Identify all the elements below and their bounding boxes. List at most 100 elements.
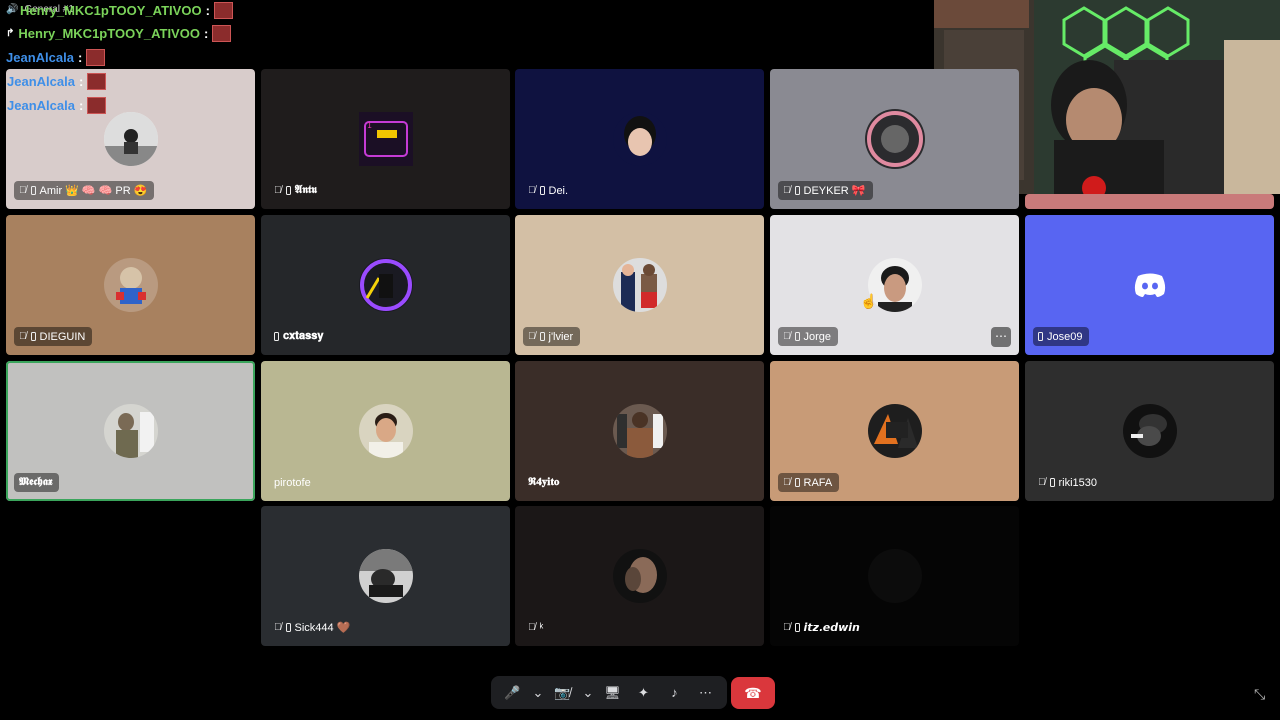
- avatar: [103, 112, 158, 166]
- microphone-icon[interactable]: 🎤: [502, 685, 524, 701]
- muted-mic-icon: 🎙̸: [783, 330, 791, 342]
- participant-tile[interactable]: 𝐜𝐱𝐭𝐚𝐬𝐬𝐲: [261, 215, 510, 355]
- mobile-icon: [1049, 478, 1055, 487]
- participant-tile-speaking[interactable]: 𝕸𝖊𝖈𝖍𝖆𝖝: [6, 361, 255, 501]
- muted-mic-icon: 🎙̸: [783, 476, 791, 488]
- participant-tile[interactable]: 🎙̸ DIEGUIN: [6, 215, 255, 355]
- participant-name-tag: 🎙̸ j'lvier: [523, 327, 581, 346]
- cursor-icon: ☝: [860, 293, 878, 309]
- mobile-icon: [794, 623, 800, 632]
- camera-off-icon[interactable]: 📷̸: [552, 685, 574, 701]
- participant-tile[interactable]: 𝕽𝟒𝐲𝐢𝐭𝐨: [515, 361, 764, 501]
- phone-hangup-icon: ☎: [744, 684, 762, 701]
- participant-name-tag: 𝕸𝖊𝖈𝖍𝖆𝖝: [14, 473, 60, 492]
- mobile-icon: [30, 186, 36, 195]
- chat-message: JeanAlcala :: [7, 73, 107, 90]
- avatar: [867, 549, 922, 603]
- participant-name-tag: 🎙̸ DIEGUIN: [14, 327, 93, 346]
- avatar: [358, 549, 413, 603]
- more-options-button[interactable]: ⋯: [991, 327, 1011, 347]
- mobile-icon: [274, 332, 279, 341]
- participant-name: pirotofe: [274, 476, 311, 489]
- muted-mic-icon: 🎙̸: [783, 184, 791, 196]
- muted-mic-icon: 🎙̸: [274, 621, 282, 633]
- participant-tile[interactable]: Jose09: [1025, 215, 1274, 355]
- avatar: [612, 404, 667, 458]
- chat-username[interactable]: Henry_MKC1pTOOY_ATIVOO: [18, 26, 200, 41]
- muted-mic-icon: 🎙̸: [528, 330, 536, 342]
- participant-name-tag: 🎙̸ 𝙞𝙩𝙯.𝙚𝙙𝙬𝙞𝙣: [778, 618, 867, 637]
- muted-mic-icon: 🎙̸: [528, 184, 536, 196]
- participant-name: 𝙞𝙩𝙯.𝙚𝙙𝙬𝙞𝙣: [803, 621, 860, 634]
- participant-tile[interactable]: 🎙̸ ᵏ: [515, 506, 764, 646]
- chat-username[interactable]: JeanAlcala: [7, 98, 75, 113]
- muted-mic-icon: 🎙̸: [19, 330, 27, 342]
- participant-name: 𝐜𝐱𝐭𝐚𝐬𝐬𝐲: [283, 330, 324, 342]
- participant-tile[interactable]: 🎙̸ RAFA: [770, 361, 1019, 501]
- participant-name: 𝕸𝖊𝖈𝖍𝖆𝖝: [19, 476, 53, 488]
- discord-logo-icon: [1133, 272, 1167, 298]
- participant-tile[interactable]: 1 🎙̸ 𝕬𝖓𝖙𝖚: [261, 69, 510, 209]
- mobile-icon: [1038, 332, 1043, 341]
- mobile-icon: [285, 623, 291, 632]
- fullscreen-exit-icon[interactable]: ⤡: [1254, 686, 1265, 703]
- soundboard-icon[interactable]: ♪: [664, 685, 686, 700]
- participant-name-tag: 🎙̸ riki1530: [1033, 473, 1104, 492]
- muted-mic-icon: 🎙̸: [19, 184, 27, 196]
- participant-tile[interactable]: [1025, 194, 1274, 209]
- avatar: [612, 549, 667, 603]
- speaker-icon[interactable]: 🔊: [6, 4, 18, 15]
- muted-mic-icon: 🎙̸: [274, 184, 282, 196]
- participant-name: Jorge: [803, 330, 832, 343]
- participant-name: riki1530: [1058, 476, 1098, 489]
- emote-icon: [213, 2, 233, 19]
- participant-name-tag: 🎙̸ RAFA: [778, 473, 840, 492]
- participant-tile[interactable]: 🎙̸ j'lvier: [515, 215, 764, 355]
- chat-username[interactable]: Henry_MKC1pTOOY_ATIVOO: [20, 3, 202, 18]
- participant-name: DIEGUIN: [39, 330, 86, 343]
- chat-message: JeanAlcala :: [6, 49, 106, 66]
- chevron-down-icon[interactable]: ⌄: [533, 685, 544, 701]
- participant-name-tag: 𝕽𝟒𝐲𝐢𝐭𝐨: [523, 473, 566, 492]
- mobile-icon: [794, 332, 800, 341]
- avatar: [867, 404, 922, 458]
- muted-mic-icon: 🎙̸: [528, 621, 536, 633]
- avatar: [103, 404, 158, 458]
- emote-icon: [87, 73, 107, 90]
- chat-message: ↱ Henry_MKC1pTOOY_ATIVOO :: [6, 25, 232, 42]
- disconnect-button[interactable]: ☎: [731, 677, 775, 709]
- avatar: [358, 404, 413, 458]
- muted-mic-icon: 🎙̸: [783, 621, 791, 633]
- participant-name: RAFA: [803, 476, 833, 489]
- mobile-icon: [794, 478, 800, 487]
- avatar: 1: [358, 112, 413, 166]
- participant-tile[interactable]: JeanAlcala : JeanAlcala : 🎙̸ Amir 👑 🧠 🧠 …: [6, 69, 255, 209]
- participant-name-tag: 🎙̸ Amir 👑 🧠 🧠 PR 😍: [14, 181, 155, 200]
- participant-tile[interactable]: 🎙̸ DEYKER 🎀: [770, 69, 1019, 209]
- mobile-icon: [794, 186, 800, 195]
- screen-share-icon[interactable]: 🖥: [602, 685, 624, 701]
- participant-name-tag: 🎙̸ 𝕬𝖓𝖙𝖚: [269, 181, 324, 200]
- participant-name: Amir 👑 🧠 🧠 PR 😍: [39, 185, 148, 197]
- participant-name-tag: 🎙̸ Dei.: [523, 181, 575, 200]
- participant-tile[interactable]: 🎙̸ riki1530: [1025, 361, 1274, 501]
- emote-icon: [87, 97, 107, 114]
- participant-tile[interactable]: ☝ 🎙̸ Jorge ⋯: [770, 215, 1019, 355]
- participant-tile[interactable]: pirotofe: [261, 361, 510, 501]
- avatar: [358, 258, 413, 312]
- chat-message: JeanAlcala :: [7, 97, 107, 114]
- call-control-bar: 🎤 ⌄ 📷̸ ⌄ 🖥 ✦ ♪ ⋯: [491, 676, 727, 709]
- more-options-icon[interactable]: ⋯: [695, 685, 717, 701]
- participant-tile[interactable]: 🎙̸ 𝙞𝙩𝙯.𝙚𝙙𝙬𝙞𝙣: [770, 506, 1019, 646]
- participant-tile[interactable]: 🎙̸ Sick444 🤎: [261, 506, 510, 646]
- activities-icon[interactable]: ✦: [633, 685, 655, 701]
- participant-tile[interactable]: 🎙̸ Dei.: [515, 69, 764, 209]
- avatar: [103, 258, 158, 312]
- participant-name: Dei.: [548, 184, 569, 197]
- participant-name-tag: Jose09: [1033, 327, 1090, 346]
- mobile-icon: [285, 186, 291, 195]
- chat-username[interactable]: JeanAlcala: [7, 74, 75, 89]
- participant-name-tag: pirotofe: [269, 473, 318, 492]
- chat-username[interactable]: JeanAlcala: [6, 50, 74, 65]
- chevron-down-icon[interactable]: ⌄: [583, 685, 594, 701]
